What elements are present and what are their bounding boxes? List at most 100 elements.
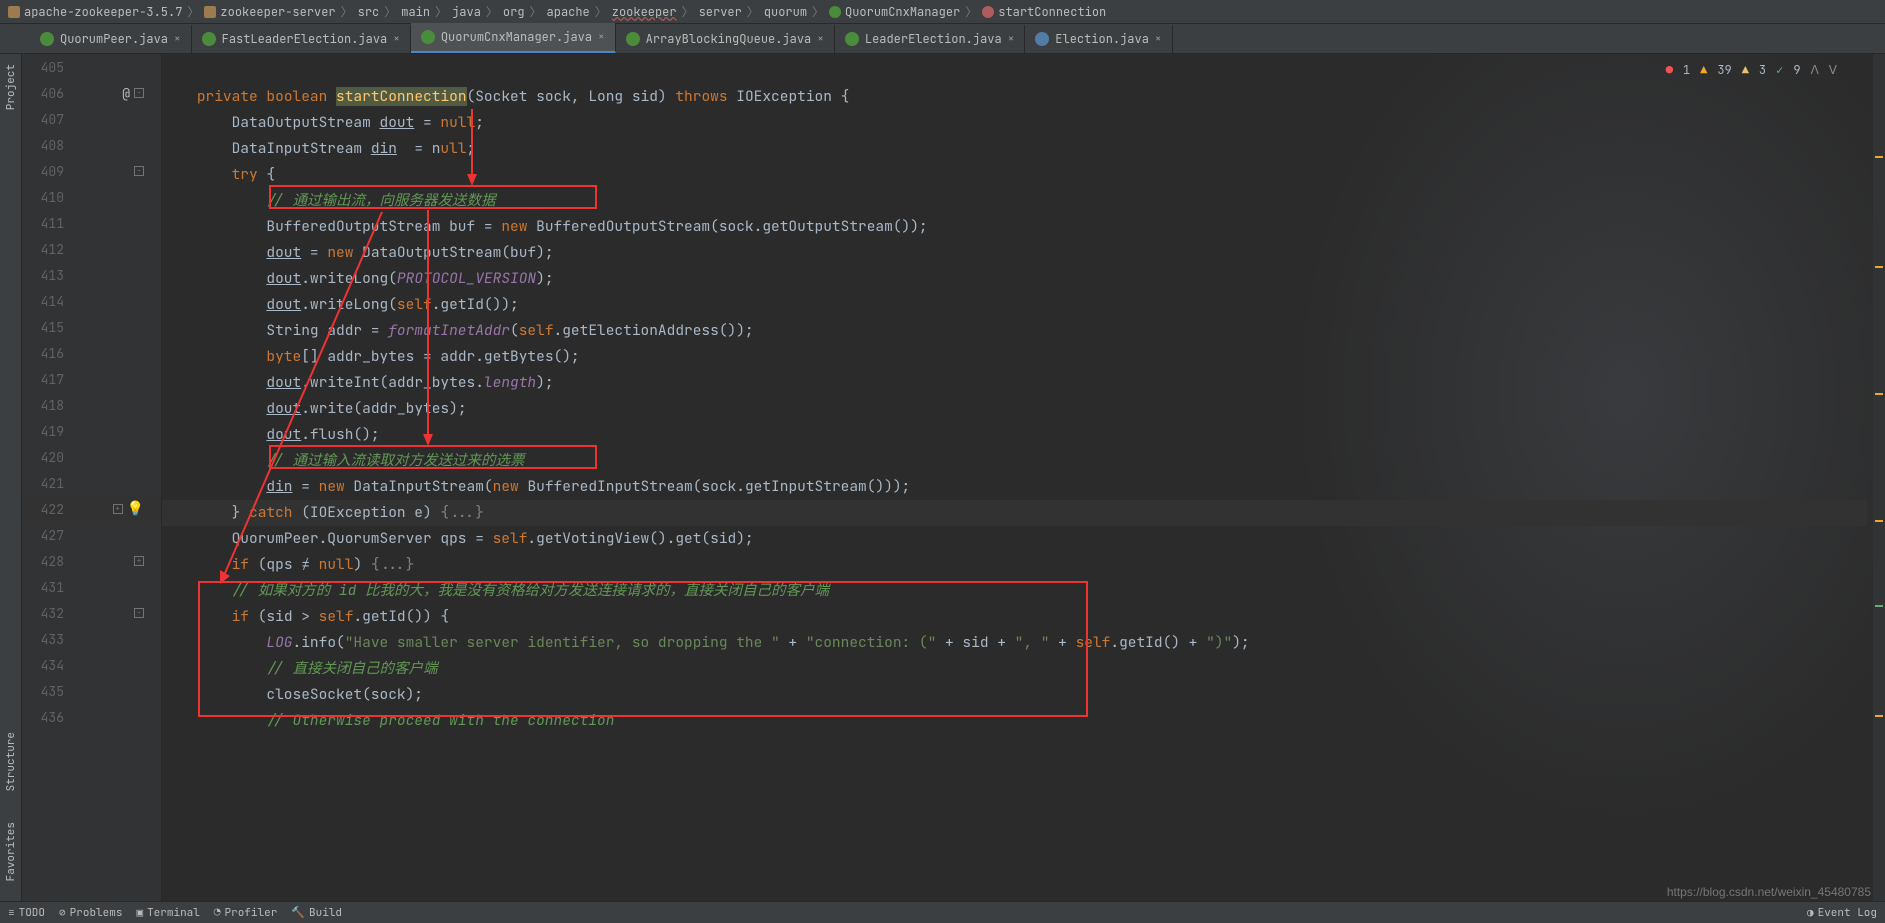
editor-tabs: QuorumPeer.java×FastLeaderElection.java×… xyxy=(0,24,1885,54)
code-line-435[interactable]: closeSocket(sock); xyxy=(162,682,1867,708)
code-line-412[interactable]: dout = new DataOutputStream(buf); xyxy=(162,240,1867,266)
profiler-tool[interactable]: ◔ Profiler xyxy=(214,906,277,920)
breadcrumb-item[interactable]: java xyxy=(452,4,481,20)
breadcrumb-item[interactable]: apache-zookeeper-3.5.7 xyxy=(8,4,182,20)
breadcrumb-item[interactable]: quorum xyxy=(764,4,807,20)
code-line-408[interactable]: DataInputStream din = null; xyxy=(162,136,1867,162)
line-number[interactable]: 408 xyxy=(22,137,72,154)
code-line-411[interactable]: BufferedOutputStream buf = new BufferedO… xyxy=(162,214,1867,240)
tab-Election[interactable]: Election.java× xyxy=(1025,25,1172,53)
warning-icon: ▲ xyxy=(1700,62,1707,78)
close-icon[interactable]: × xyxy=(174,32,181,46)
line-number[interactable]: 414 xyxy=(22,293,72,310)
fold-icon[interactable]: − xyxy=(134,166,144,176)
fold-icon[interactable]: − xyxy=(134,88,144,98)
code-line-428[interactable]: if (qps ≠ null) {...} xyxy=(162,552,1867,578)
code-line-413[interactable]: dout.writeLong(PROTOCOL_VERSION); xyxy=(162,266,1867,292)
line-number[interactable]: 415 xyxy=(22,319,72,336)
line-number[interactable]: 431 xyxy=(22,579,72,596)
favorites-tool[interactable]: Favorites xyxy=(4,822,18,881)
code-line-405[interactable] xyxy=(162,58,1867,84)
code-line-432[interactable]: if (sid > self.getId()) { xyxy=(162,604,1867,630)
line-number[interactable]: 411 xyxy=(22,215,72,232)
tab-FastLeaderElection[interactable]: FastLeaderElection.java× xyxy=(192,25,411,53)
line-number[interactable]: 416 xyxy=(22,345,72,362)
close-icon[interactable]: × xyxy=(598,30,605,44)
breadcrumb-item[interactable]: apache xyxy=(547,4,590,20)
close-icon[interactable]: × xyxy=(817,32,824,46)
tab-ArrayBlockingQueue[interactable]: ArrayBlockingQueue.java× xyxy=(616,25,835,53)
line-number[interactable]: 418 xyxy=(22,397,72,414)
code-line-433[interactable]: LOG.info("Have smaller server identifier… xyxy=(162,630,1867,656)
intention-bulb-icon[interactable]: 💡 xyxy=(127,500,144,518)
line-number[interactable]: 419 xyxy=(22,423,72,440)
code-line-420[interactable]: // 通过输入流读取对方发送过来的选票 xyxy=(162,448,1867,474)
line-number[interactable]: 432 xyxy=(22,605,72,622)
eventlog-tool[interactable]: ◑ Event Log xyxy=(1807,906,1877,920)
line-number[interactable]: 420 xyxy=(22,449,72,466)
tab-QuorumPeer[interactable]: QuorumPeer.java× xyxy=(30,25,192,53)
line-number[interactable]: 417 xyxy=(22,371,72,388)
line-number[interactable]: 427 xyxy=(22,527,72,544)
tab-LeaderElection[interactable]: LeaderElection.java× xyxy=(835,25,1025,53)
code-area[interactable]: ●1 ▲39 ▲3 ✓9 ᐱ ᐯ private boolean startCo… xyxy=(162,54,1867,901)
code-line-427[interactable]: QuorumPeer.QuorumServer qps = self.getVo… xyxy=(162,526,1867,552)
line-number[interactable]: 410 xyxy=(22,189,72,206)
breadcrumb-item[interactable]: main xyxy=(401,4,430,20)
line-number[interactable]: 421 xyxy=(22,475,72,492)
close-icon[interactable]: × xyxy=(1155,32,1162,46)
fold-icon[interactable]: − xyxy=(134,608,144,618)
code-line-410[interactable]: // 通过输出流，向服务器发送数据 xyxy=(162,188,1867,214)
code-line-421[interactable]: din = new DataInputStream(new BufferedIn… xyxy=(162,474,1867,500)
line-number[interactable]: 405 xyxy=(22,59,72,76)
line-number[interactable]: 434 xyxy=(22,657,72,674)
breadcrumb-item[interactable]: zookeeper xyxy=(612,4,677,20)
editor[interactable]: 405406@−407408409−4104114124134144154164… xyxy=(22,54,1885,901)
problems-tool[interactable]: ⊘ Problems xyxy=(59,906,122,920)
breadcrumb-item[interactable]: startConnection xyxy=(982,4,1106,20)
code-line-431[interactable]: // 如果对方的 id 比我的大，我是没有资格给对方发送连接请求的，直接关闭自己… xyxy=(162,578,1867,604)
code-line-406[interactable]: private boolean startConnection(Socket s… xyxy=(162,84,1867,110)
breadcrumb-item[interactable]: server xyxy=(699,4,742,20)
fold-icon[interactable]: + xyxy=(113,504,123,514)
breadcrumb-item[interactable]: src xyxy=(358,4,380,20)
chevron-down-icon[interactable]: ᐯ xyxy=(1829,62,1837,78)
line-number[interactable]: 412 xyxy=(22,241,72,258)
code-line-415[interactable]: String addr = formatInetAddr(self.getEle… xyxy=(162,318,1867,344)
chevron-up-icon[interactable]: ᐱ xyxy=(1811,62,1819,78)
breadcrumb-item[interactable]: QuorumCnxManager xyxy=(829,4,960,20)
terminal-tool[interactable]: ▣ Terminal xyxy=(136,906,199,920)
code-line-422[interactable]: } catch (IOException e) {...} xyxy=(162,500,1867,526)
code-line-418[interactable]: dout.write(addr_bytes); xyxy=(162,396,1867,422)
code-line-434[interactable]: // 直接关闭自己的客户端 xyxy=(162,656,1867,682)
line-number[interactable]: 413 xyxy=(22,267,72,284)
code-line-416[interactable]: byte[] addr_bytes = addr.getBytes(); xyxy=(162,344,1867,370)
line-number[interactable]: 406 xyxy=(22,85,72,102)
todo-tool[interactable]: ≡ TODO xyxy=(8,906,45,920)
fold-icon[interactable]: + xyxy=(134,556,144,566)
code-line-407[interactable]: DataOutputStream dout = null; xyxy=(162,110,1867,136)
code-line-436[interactable]: // Otherwise proceed with the connection xyxy=(162,708,1867,734)
line-number[interactable]: 407 xyxy=(22,111,72,128)
code-line-419[interactable]: dout.flush(); xyxy=(162,422,1867,448)
structure-tool[interactable]: Structure xyxy=(4,732,18,791)
close-icon[interactable]: × xyxy=(393,32,400,46)
code-line-417[interactable]: dout.writeInt(addr_bytes.length); xyxy=(162,370,1867,396)
tab-QuorumCnxManager[interactable]: QuorumCnxManager.java× xyxy=(411,23,616,53)
project-tool[interactable]: Project xyxy=(4,64,18,110)
line-number[interactable]: 422 xyxy=(22,501,72,518)
line-number[interactable]: 409 xyxy=(22,163,72,180)
code-line-409[interactable]: try { xyxy=(162,162,1867,188)
close-icon[interactable]: × xyxy=(1008,32,1015,46)
line-number[interactable]: 435 xyxy=(22,683,72,700)
line-number[interactable]: 433 xyxy=(22,631,72,648)
line-number[interactable]: 436 xyxy=(22,709,72,726)
scrollbar-marks[interactable] xyxy=(1873,54,1885,901)
override-icon[interactable]: @ xyxy=(122,85,130,102)
breadcrumb-item[interactable]: org xyxy=(503,4,525,20)
line-number[interactable]: 428 xyxy=(22,553,72,570)
breadcrumb-item[interactable]: zookeeper-server xyxy=(204,4,335,20)
inspection-indicator[interactable]: ●1 ▲39 ▲3 ✓9 ᐱ ᐯ xyxy=(1666,62,1837,78)
build-tool[interactable]: 🔨 Build xyxy=(291,906,342,920)
code-line-414[interactable]: dout.writeLong(self.getId()); xyxy=(162,292,1867,318)
